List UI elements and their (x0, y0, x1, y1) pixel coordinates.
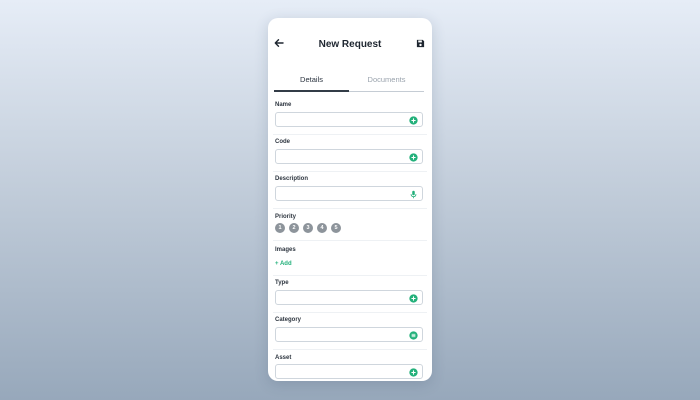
phone-screen: New Request Details Documents Name Code … (268, 18, 432, 381)
divider (273, 240, 427, 241)
divider (273, 349, 427, 350)
description-field[interactable] (275, 186, 423, 206)
priority-label: Priority (275, 214, 297, 220)
type-field[interactable] (275, 290, 423, 310)
plus-circle-icon[interactable] (409, 115, 418, 125)
divider (273, 171, 427, 172)
floppy-disk-icon[interactable] (416, 39, 425, 48)
plus-circle-icon[interactable] (409, 293, 418, 303)
list-circle-icon[interactable] (409, 330, 418, 340)
priority-option-3[interactable]: 3 (303, 223, 313, 233)
priority-option-1[interactable]: 1 (275, 223, 285, 233)
name-input[interactable] (276, 118, 412, 132)
tab-bar: Details Documents (274, 75, 424, 93)
code-label: Code (275, 139, 290, 145)
description-input[interactable] (276, 192, 412, 206)
description-label: Description (275, 176, 309, 182)
type-label: Type (275, 280, 289, 286)
category-input[interactable] (276, 333, 412, 347)
tab-active-indicator (274, 90, 349, 92)
category-label: Category (275, 317, 302, 323)
divider (273, 312, 427, 313)
app-header: New Request (268, 18, 432, 70)
code-field[interactable] (275, 149, 423, 169)
name-label: Name (275, 102, 292, 108)
page-title: New Request (318, 39, 382, 50)
priority-option-2[interactable]: 2 (289, 223, 299, 233)
name-field[interactable] (275, 112, 423, 132)
asset-label: Asset (275, 355, 292, 361)
code-input[interactable] (276, 155, 412, 169)
divider (273, 134, 427, 135)
asset-input[interactable] (276, 370, 412, 381)
divider (273, 275, 427, 276)
category-field[interactable] (275, 327, 423, 347)
microphone-icon[interactable] (409, 190, 418, 199)
plus-circle-icon[interactable] (409, 152, 418, 162)
priority-option-4[interactable]: 4 (317, 223, 327, 233)
priority-option-5[interactable]: 5 (331, 223, 341, 233)
plus-circle-icon[interactable] (409, 367, 418, 377)
images-label: Images (275, 247, 296, 253)
type-input[interactable] (276, 296, 412, 310)
divider (273, 208, 427, 209)
add-image-link[interactable]: + Add (275, 261, 292, 267)
tab-details[interactable]: Details (274, 75, 349, 84)
tab-inactive-underline (349, 90, 424, 92)
tab-documents[interactable]: Documents (349, 75, 424, 84)
asset-field[interactable] (275, 364, 423, 381)
